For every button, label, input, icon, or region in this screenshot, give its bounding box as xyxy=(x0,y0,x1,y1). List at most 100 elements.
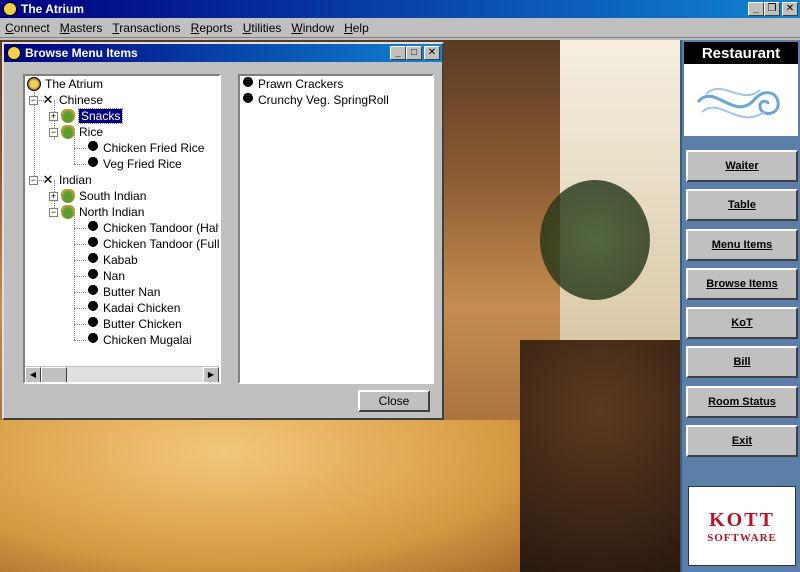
waiter-button-label: Waiter xyxy=(725,160,759,172)
collapse-icon[interactable]: − xyxy=(29,95,38,105)
tree-item[interactable]: Kadai Chicken xyxy=(87,300,180,316)
logo-text: KOTT xyxy=(709,508,775,531)
tree-item-label: Chicken Tandoor (Half) xyxy=(103,221,221,235)
menu-items-list[interactable]: Prawn Crackers Crunchy Veg. SpringRoll xyxy=(238,74,434,384)
chef-icon xyxy=(87,157,99,171)
collapse-icon[interactable]: − xyxy=(29,175,38,185)
tree-horizontal-scrollbar[interactable]: ◀ ▶ xyxy=(25,366,219,382)
bill-button[interactable]: Bill xyxy=(686,346,798,378)
dish-icon xyxy=(61,189,75,203)
restore-button[interactable]: ❐ xyxy=(764,2,780,16)
cutlery-icon: ✕ xyxy=(42,172,54,187)
tree-item[interactable]: Butter Nan xyxy=(87,284,160,300)
browse-items-button[interactable]: Browse Items xyxy=(686,268,798,300)
tree-node-indian[interactable]: − ✕ Indian xyxy=(29,172,92,188)
scrollbar-thumb[interactable] xyxy=(41,367,67,382)
tree-node-root[interactable]: The Atrium xyxy=(27,76,103,92)
tree-item[interactable]: Veg Fried Rice xyxy=(87,156,182,172)
dialog-icon xyxy=(7,46,21,60)
chef-icon xyxy=(87,333,99,347)
scroll-right-icon[interactable]: ▶ xyxy=(203,367,219,382)
waiter-button[interactable]: Waiter xyxy=(686,150,798,182)
close-button[interactable]: ✕ xyxy=(782,2,798,16)
browse-menu-items-dialog: Browse Menu Items _ □ ✕ The Atrium − ✕ C… xyxy=(2,42,444,420)
menu-tree[interactable]: The Atrium − ✕ Chinese + Snacks − Rice C… xyxy=(23,74,221,384)
tree-item[interactable]: Nan xyxy=(87,268,125,284)
menu-window[interactable]: Window xyxy=(286,21,339,35)
chef-icon xyxy=(87,253,99,267)
dialog-close-button[interactable]: ✕ xyxy=(424,46,440,60)
list-item[interactable]: Crunchy Veg. SpringRoll xyxy=(242,92,389,108)
tree-item-label: Kabab xyxy=(103,253,138,267)
collapse-icon[interactable]: − xyxy=(49,207,58,217)
tree-item[interactable]: Chicken Fried Rice xyxy=(87,140,204,156)
chef-icon xyxy=(242,93,254,107)
tree-node-south-indian[interactable]: + South Indian xyxy=(49,188,146,204)
tree-node-chinese[interactable]: − ✕ Chinese xyxy=(29,92,103,108)
chef-icon xyxy=(87,301,99,315)
chef-icon xyxy=(87,285,99,299)
dialog-maximize-button[interactable]: □ xyxy=(406,46,422,60)
wave-swirl-icon xyxy=(696,87,780,119)
restaurant-icon xyxy=(27,77,41,91)
dish-icon xyxy=(61,109,75,123)
tree-item[interactable]: Butter Chicken xyxy=(87,316,182,332)
scroll-left-icon[interactable]: ◀ xyxy=(25,367,41,382)
list-item[interactable]: Prawn Crackers xyxy=(242,76,343,92)
expand-icon[interactable]: + xyxy=(49,191,58,201)
tree-node-label: South Indian xyxy=(79,189,147,203)
chef-icon xyxy=(87,317,99,331)
dialog-close-text-button[interactable]: Close xyxy=(358,390,430,412)
restaurant-logo: Restaurant xyxy=(684,42,798,136)
kot-button[interactable]: KoT xyxy=(686,307,798,339)
tree-item-label: Chicken Fried Rice xyxy=(103,141,205,155)
collapse-icon[interactable]: − xyxy=(49,127,58,137)
tree-node-rice[interactable]: − Rice xyxy=(49,124,103,140)
menu-help[interactable]: Help xyxy=(339,21,374,35)
table-button[interactable]: Table xyxy=(686,189,798,221)
table-button-label: Table xyxy=(728,199,756,211)
tree-node-snacks[interactable]: + Snacks xyxy=(49,108,124,124)
dialog-minimize-button[interactable]: _ xyxy=(390,46,406,60)
browse-items-button-label: Browse Items xyxy=(706,278,778,290)
tree-item-label: Kadai Chicken xyxy=(103,301,181,315)
tree-item[interactable]: Kabab xyxy=(87,252,138,268)
list-item-label: Crunchy Veg. SpringRoll xyxy=(258,93,389,107)
list-item-label: Prawn Crackers xyxy=(258,77,344,91)
menu-utilities[interactable]: Utilities xyxy=(238,21,287,35)
tree-node-label: The Atrium xyxy=(45,77,104,91)
app-title: The Atrium xyxy=(21,2,84,16)
kott-software-logo: KOTT SOFTWARE xyxy=(688,486,796,566)
minimize-button[interactable]: _ xyxy=(748,2,764,16)
menu-connect[interactable]: Connect xyxy=(0,21,55,35)
app-icon xyxy=(3,2,17,16)
tree-item[interactable]: Chicken Tandoor (Half) xyxy=(87,220,221,236)
room-status-button[interactable]: Room Status xyxy=(686,386,798,418)
tree-node-label: Snacks xyxy=(77,108,124,124)
tree-item[interactable]: Chicken Tandoor (Full) xyxy=(87,236,221,252)
restaurant-heading: Restaurant xyxy=(684,42,798,64)
tree-node-north-indian[interactable]: − North Indian xyxy=(49,204,144,220)
expand-icon[interactable]: + xyxy=(49,111,58,121)
tree-item-label: Nan xyxy=(103,269,126,283)
dish-icon xyxy=(61,125,75,139)
side-panel: Restaurant Waiter Table Menu Items Brows… xyxy=(680,40,800,572)
exit-button[interactable]: Exit xyxy=(686,425,798,457)
menu-reports[interactable]: Reports xyxy=(186,21,238,35)
cutlery-icon: ✕ xyxy=(42,92,54,107)
kot-button-label: KoT xyxy=(731,317,753,329)
tree-item-label: Veg Fried Rice xyxy=(103,157,182,171)
dialog-title-bar: Browse Menu Items _ □ ✕ xyxy=(4,44,442,62)
bill-button-label: Bill xyxy=(733,356,751,368)
tree-item-label: Chicken Mugalai xyxy=(103,333,192,347)
tree-item-label: Chicken Tandoor (Full) xyxy=(103,237,221,251)
menu-masters[interactable]: Masters xyxy=(55,21,108,35)
menu-items-button[interactable]: Menu Items xyxy=(686,229,798,261)
menu-items-button-label: Menu Items xyxy=(711,239,773,251)
menu-transactions[interactable]: Transactions xyxy=(107,21,185,35)
tree-item[interactable]: Chicken Mugalai xyxy=(87,332,192,348)
room-status-button-label: Room Status xyxy=(708,396,776,408)
dialog-title: Browse Menu Items xyxy=(25,46,138,60)
menu-bar: Connect Masters Transactions Reports Uti… xyxy=(0,18,800,38)
app-title-bar: The Atrium _ ❐ ✕ xyxy=(0,0,800,18)
